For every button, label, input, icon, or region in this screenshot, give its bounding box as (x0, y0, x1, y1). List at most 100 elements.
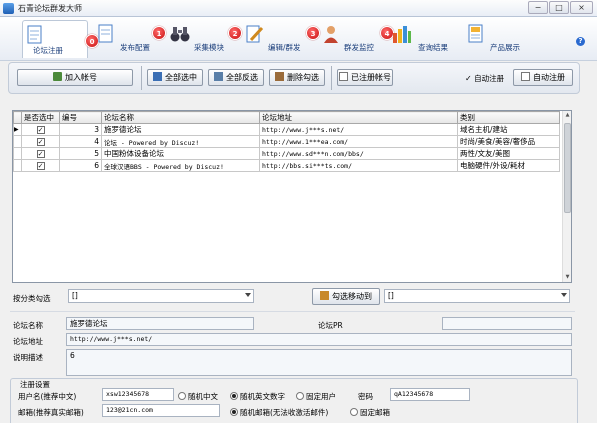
binoculars-icon (170, 27, 190, 42)
row-checkbox[interactable]: ✓ (36, 150, 45, 158)
row-forum-name: 施罗德论坛 (101, 123, 260, 136)
close-button[interactable]: × (570, 1, 593, 14)
tab-label: 群发监控 (344, 43, 374, 52)
divider (331, 66, 332, 90)
forum-url-field[interactable]: http://www.j***s.net/ (66, 333, 572, 346)
main-toolbar: 论坛注册 0 发布配置 1 采集模块 2 编辑/群发 3 群发监控 4 查询结果… (0, 17, 597, 61)
scroll-thumb[interactable] (564, 123, 571, 213)
radio-selected-icon (230, 392, 238, 400)
tab-query-results[interactable]: 查询结果 (392, 20, 456, 58)
button-label: 已注册帐号 (351, 73, 391, 82)
button-label: 加入帐号 (65, 73, 97, 82)
row-marker: ▶ (13, 123, 22, 136)
row-checkbox[interactable]: ✓ (36, 162, 45, 170)
radio-label: 随机中文 (188, 392, 218, 401)
registered-accounts-button[interactable]: 已注册帐号 (337, 69, 393, 86)
tab-label: 采集模块 (194, 43, 224, 52)
category-select[interactable]: [] (68, 289, 254, 303)
auto-register-checkbox[interactable]: ✓ 自动注册 (465, 73, 504, 84)
row-category: 域名主机/建站 (457, 123, 560, 136)
tab-publish-config[interactable]: 发布配置 1 (96, 20, 166, 58)
row-forum-name: 全球汉语BBS - Powered by Discuz! (101, 159, 260, 172)
button-label: 全部反选 (226, 73, 258, 82)
tab-product-showcase[interactable]: 产品展示 (466, 20, 530, 58)
tab-send-monitor[interactable]: 群发监控 4 (322, 20, 394, 58)
help-icon[interactable]: ? (576, 37, 585, 46)
radio-label: 固定用户 (306, 392, 336, 401)
scroll-up-icon[interactable]: ▲ (563, 111, 572, 120)
tab-label: 查询结果 (418, 43, 448, 52)
row-category: 时尚/美食/美容/奢侈品 (457, 135, 560, 148)
maximize-button[interactable]: □ (549, 1, 569, 14)
user-monitor-icon (324, 26, 338, 43)
document-icon (98, 24, 113, 43)
random-english-radio[interactable]: 随机英文数字 (230, 391, 285, 402)
header-cell[interactable]: 编号 (59, 111, 102, 124)
username-input[interactable]: xsw12345678 (102, 388, 174, 401)
password-input[interactable]: qA12345678 (390, 388, 470, 401)
header-cell[interactable]: 论坛名称 (101, 111, 260, 124)
radio-label: 固定邮箱 (360, 408, 390, 417)
radio-icon (178, 392, 186, 400)
button-label: 勾选移动到 (332, 292, 372, 301)
button-label: 全部选中 (165, 73, 197, 82)
eraser-icon (275, 72, 284, 81)
add-user-icon (53, 72, 62, 81)
tab-forum-register[interactable]: 论坛注册 0 (22, 20, 99, 58)
description-field[interactable]: 6 (66, 349, 572, 376)
tab-badge: 2 (228, 26, 242, 40)
forum-name-field[interactable]: 施罗德论坛 (66, 317, 254, 330)
bar-chart-icon (393, 26, 411, 43)
action-panel: 加入帐号 全部选中 全部反选 删除勾选 已注册帐号 ✓ 自动注册 自动注册 (8, 62, 580, 94)
register-group-title: 注册设置 (18, 379, 52, 390)
fixed-user-radio[interactable]: 固定用户 (296, 391, 336, 402)
fixed-email-radio[interactable]: 固定邮箱 (350, 407, 390, 418)
forum-table: 是否选中 编号 论坛名称 论坛地址 类别 ▶ ✓ 3 施罗德论坛 http://… (13, 111, 560, 172)
description-label: 说明描述 (13, 353, 43, 362)
header-cell[interactable]: 论坛地址 (259, 111, 458, 124)
forum-grid[interactable]: 是否选中 编号 论坛名称 论坛地址 类别 ▶ ✓ 3 施罗德论坛 http://… (12, 110, 572, 283)
add-account-button[interactable]: 加入帐号 (17, 69, 133, 86)
row-checkbox[interactable]: ✓ (36, 126, 45, 134)
tab-label: 产品展示 (490, 43, 520, 52)
checkmark-icon: ✓ (465, 74, 472, 83)
grid-scrollbar[interactable]: ▲ ▼ (562, 111, 571, 282)
button-label: 自动注册 (533, 73, 565, 82)
auto-register-button[interactable]: 自动注册 (513, 69, 573, 86)
target-select-value: [] (388, 291, 394, 300)
minimize-button[interactable]: − (528, 1, 548, 14)
table-row[interactable]: ✓ 5 中国粉体设备论坛 http://www.sd***n.com/bbs/ … (13, 147, 560, 160)
row-checkbox[interactable]: ✓ (36, 138, 45, 146)
random-chinese-radio[interactable]: 随机中文 (178, 391, 218, 402)
scroll-down-icon[interactable]: ▼ (563, 273, 572, 282)
table-row[interactable]: ▶ ✓ 3 施罗德论坛 http://www.j***s.net/ 域名主机/建… (13, 123, 560, 136)
table-row[interactable]: ✓ 4 论坛 - Powered by Discuz! http://www.1… (13, 135, 560, 148)
category-select-value: [] (72, 291, 78, 300)
forum-pr-field[interactable] (442, 317, 572, 330)
delete-checked-button[interactable]: 删除勾选 (269, 69, 325, 86)
move-checked-button[interactable]: 勾选移动到 (312, 288, 380, 305)
filter-label: 按分类勾选 (13, 294, 51, 303)
select-all-icon (153, 72, 162, 81)
radio-label: 随机英文数字 (240, 392, 285, 401)
tab-collect-module[interactable]: 采集模块 2 (170, 20, 242, 58)
tab-badge: 3 (306, 26, 320, 40)
tab-edit-send[interactable]: 编辑/群发 3 (246, 20, 320, 58)
header-cell[interactable]: 是否选中 (21, 111, 60, 124)
divider (141, 66, 142, 90)
row-id: 3 (59, 123, 102, 136)
invert-select-button[interactable]: 全部反选 (208, 69, 264, 86)
select-all-button[interactable]: 全部选中 (147, 69, 203, 86)
random-email-radio[interactable]: 随机邮箱(无法收激活邮件) (230, 407, 328, 418)
forum-pr-label: 论坛PR (318, 321, 343, 330)
row-id: 5 (59, 147, 102, 160)
target-category-select[interactable]: [] (384, 289, 570, 303)
checkbox-label: 自动注册 (474, 74, 505, 83)
password-label: 密码 (358, 392, 373, 401)
header-cell[interactable]: 类别 (457, 111, 560, 124)
table-row[interactable]: ✓ 6 全球汉语BBS - Powered by Discuz! http://… (13, 159, 560, 172)
tab-label: 论坛注册 (33, 46, 63, 55)
forum-name-label: 论坛名称 (13, 321, 43, 330)
email-input[interactable]: 123@21cn.com (102, 404, 220, 417)
divider (10, 311, 575, 312)
